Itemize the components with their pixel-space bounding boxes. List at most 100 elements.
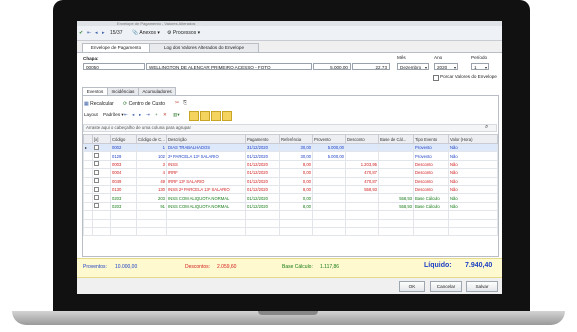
cell-ref[interactable]: 0,00 — [279, 176, 313, 186]
cell-base[interactable] — [378, 159, 414, 170]
force-values-checkbox[interactable] — [433, 75, 439, 81]
cell-ref[interactable]: 0,00 — [279, 193, 313, 203]
row-checkbox[interactable] — [92, 176, 111, 186]
month-select[interactable]: Dezembro — [397, 63, 429, 70]
period-select[interactable]: 1 — [471, 63, 489, 70]
cell-pay[interactable]: 01/12/2020 — [245, 184, 280, 195]
cell-desc-val[interactable]: 558,93 — [345, 184, 379, 195]
cell-desc[interactable]: DIAS TRABALHADOS — [166, 142, 246, 153]
cell-prov[interactable]: 5.000,00 — [312, 151, 346, 161]
checkbox[interactable] — [94, 195, 99, 201]
cell-code[interactable]: 0203 — [110, 201, 137, 212]
cell-desc[interactable]: IRRF — [166, 168, 246, 178]
table-row[interactable]: 0049 49 IRRF 13º SALARIO 01/12/2020 0,00 470,… — [83, 176, 498, 186]
cell-pay[interactable]: 01/12/2020 — [245, 151, 280, 161]
patterns-menu[interactable]: Padrões ▾ — [103, 112, 124, 118]
cell-type[interactable]: Provento — [413, 151, 449, 161]
cell-ref[interactable]: 8,00 — [279, 159, 313, 170]
cell-prov[interactable] — [312, 193, 346, 203]
last-icon[interactable]: ⇥ — [146, 112, 150, 118]
processes-button[interactable]: ⚙ Processos ▾ — [167, 29, 200, 37]
cell-base[interactable] — [378, 142, 414, 153]
table-row[interactable]: 0003 3 INSS 01/12/2020 8,00 1.203,95 Desconto N… — [83, 159, 498, 170]
cell-cc[interactable]: 91 — [136, 201, 167, 212]
cell-type[interactable]: Desconto — [413, 168, 449, 178]
cell-desc-val[interactable]: 1.203,95 — [345, 159, 379, 170]
cell-cc[interactable]: 1 — [136, 142, 167, 153]
cost-center-button[interactable]: ⟳ Centro de Custo — [123, 100, 165, 108]
copy-icon[interactable]: ⎘ — [183, 100, 187, 106]
cell-desc-val[interactable]: 470,87 — [345, 168, 379, 178]
recalc-button[interactable]: ▦ Recalcular — [84, 100, 114, 108]
cell-type[interactable]: Desconto — [413, 184, 449, 195]
cell-code[interactable]: 0004 — [110, 168, 137, 178]
cell-type[interactable]: Base Cálculo — [413, 193, 449, 203]
cell-prov[interactable] — [312, 159, 346, 170]
cell-ref[interactable]: 30,00 — [279, 142, 313, 153]
first-icon[interactable]: ⇤ — [124, 112, 128, 118]
row-indicator[interactable] — [83, 193, 93, 203]
cell-ref[interactable]: 8,00 — [279, 184, 313, 195]
cell-desc-val[interactable] — [345, 151, 379, 161]
cell-base[interactable]: 558,93 — [378, 193, 414, 203]
cell-val[interactable]: Não — [448, 159, 498, 170]
cell-code[interactable]: 0129 — [110, 151, 137, 161]
view-icon-3[interactable] — [211, 111, 221, 121]
delete-icon[interactable]: ✕ — [163, 112, 167, 118]
checkbox[interactable] — [94, 144, 99, 150]
row-indicator[interactable] — [83, 184, 93, 195]
cell-desc[interactable]: INSS COM ALIQUOTA NORMAL — [166, 193, 246, 203]
row-checkbox[interactable] — [92, 142, 111, 153]
ok-button[interactable]: OK — [399, 281, 425, 292]
cell-pay[interactable]: 01/12/2020 — [245, 193, 280, 203]
column-header[interactable]: Código de C... — [136, 134, 167, 144]
cell-prov[interactable] — [312, 176, 346, 186]
cell-val[interactable]: Não — [448, 151, 498, 161]
cell-prov[interactable] — [312, 184, 346, 195]
cell-desc[interactable]: INSS COM ALIQUOTA NORMAL — [166, 201, 246, 212]
row-checkbox[interactable] — [92, 184, 111, 195]
cell-cc[interactable]: 203 — [136, 193, 167, 203]
tab-log[interactable]: Log dos Valores Alterados do Envelope — [149, 43, 259, 52]
cell-desc[interactable]: INSS 2ª PARCELA 13º SALARIO — [166, 184, 246, 195]
column-header[interactable]: [x] — [92, 134, 111, 144]
view-icon-2[interactable] — [200, 111, 210, 121]
column-header[interactable]: Base de Cál... — [378, 134, 414, 144]
next-record-icon[interactable]: ▸ — [102, 29, 105, 37]
row-checkbox[interactable] — [92, 159, 111, 170]
row-indicator[interactable] — [83, 159, 93, 170]
cell-code[interactable]: 0130 — [110, 184, 137, 195]
cell-base[interactable] — [378, 168, 414, 178]
cell-type[interactable]: Desconto — [413, 159, 449, 170]
search-icon[interactable]: ⌕ — [485, 124, 488, 131]
employee-name-field[interactable]: WELLINGTON DE ALENCAR PRIMEIRO ACESSO - … — [146, 63, 312, 70]
cell-base[interactable] — [378, 176, 414, 186]
cell-cc[interactable]: 3 — [136, 159, 167, 170]
row-checkbox[interactable] — [92, 201, 111, 212]
checkbox[interactable] — [94, 203, 99, 209]
row-checkbox[interactable] — [92, 193, 111, 203]
cell-val[interactable]: Não — [448, 168, 498, 178]
table-row[interactable]: 0129 102 2ª PARCELA 13º SALARIO 01/12/2020 3… — [83, 151, 498, 161]
cell-ref[interactable]: 30,00 — [279, 151, 313, 161]
table-row[interactable]: ▸ 0002 1 DIAS TRABALHADOS 31/12/2020 30,00 5.0… — [83, 142, 498, 153]
cell-desc[interactable]: 2ª PARCELA 13º SALARIO — [166, 151, 246, 161]
cell-pay[interactable]: 01/12/2020 — [245, 159, 280, 170]
previous-record-icon[interactable]: ◂ — [95, 29, 98, 37]
cell-ref[interactable]: 8,00 — [279, 201, 313, 212]
row-indicator[interactable] — [83, 176, 93, 186]
cell-pay[interactable]: 01/12/2020 — [245, 201, 280, 212]
column-header[interactable]: Valor (Hora) — [448, 134, 498, 144]
column-header[interactable]: Referência — [279, 134, 313, 144]
column-header[interactable]: Provento — [312, 134, 346, 144]
row-checkbox[interactable] — [92, 151, 111, 161]
cell-val[interactable]: Não — [448, 184, 498, 195]
next-icon[interactable]: ▸ — [139, 112, 141, 118]
checkbox[interactable] — [94, 169, 99, 175]
add-icon[interactable]: + — [155, 112, 158, 117]
cell-val[interactable]: Não — [448, 193, 498, 203]
cell-prov[interactable] — [312, 201, 346, 212]
salary-field[interactable]: 5.000,00 — [313, 63, 351, 70]
cell-desc-val[interactable] — [345, 142, 379, 153]
column-header[interactable]: Desconto — [345, 134, 379, 144]
